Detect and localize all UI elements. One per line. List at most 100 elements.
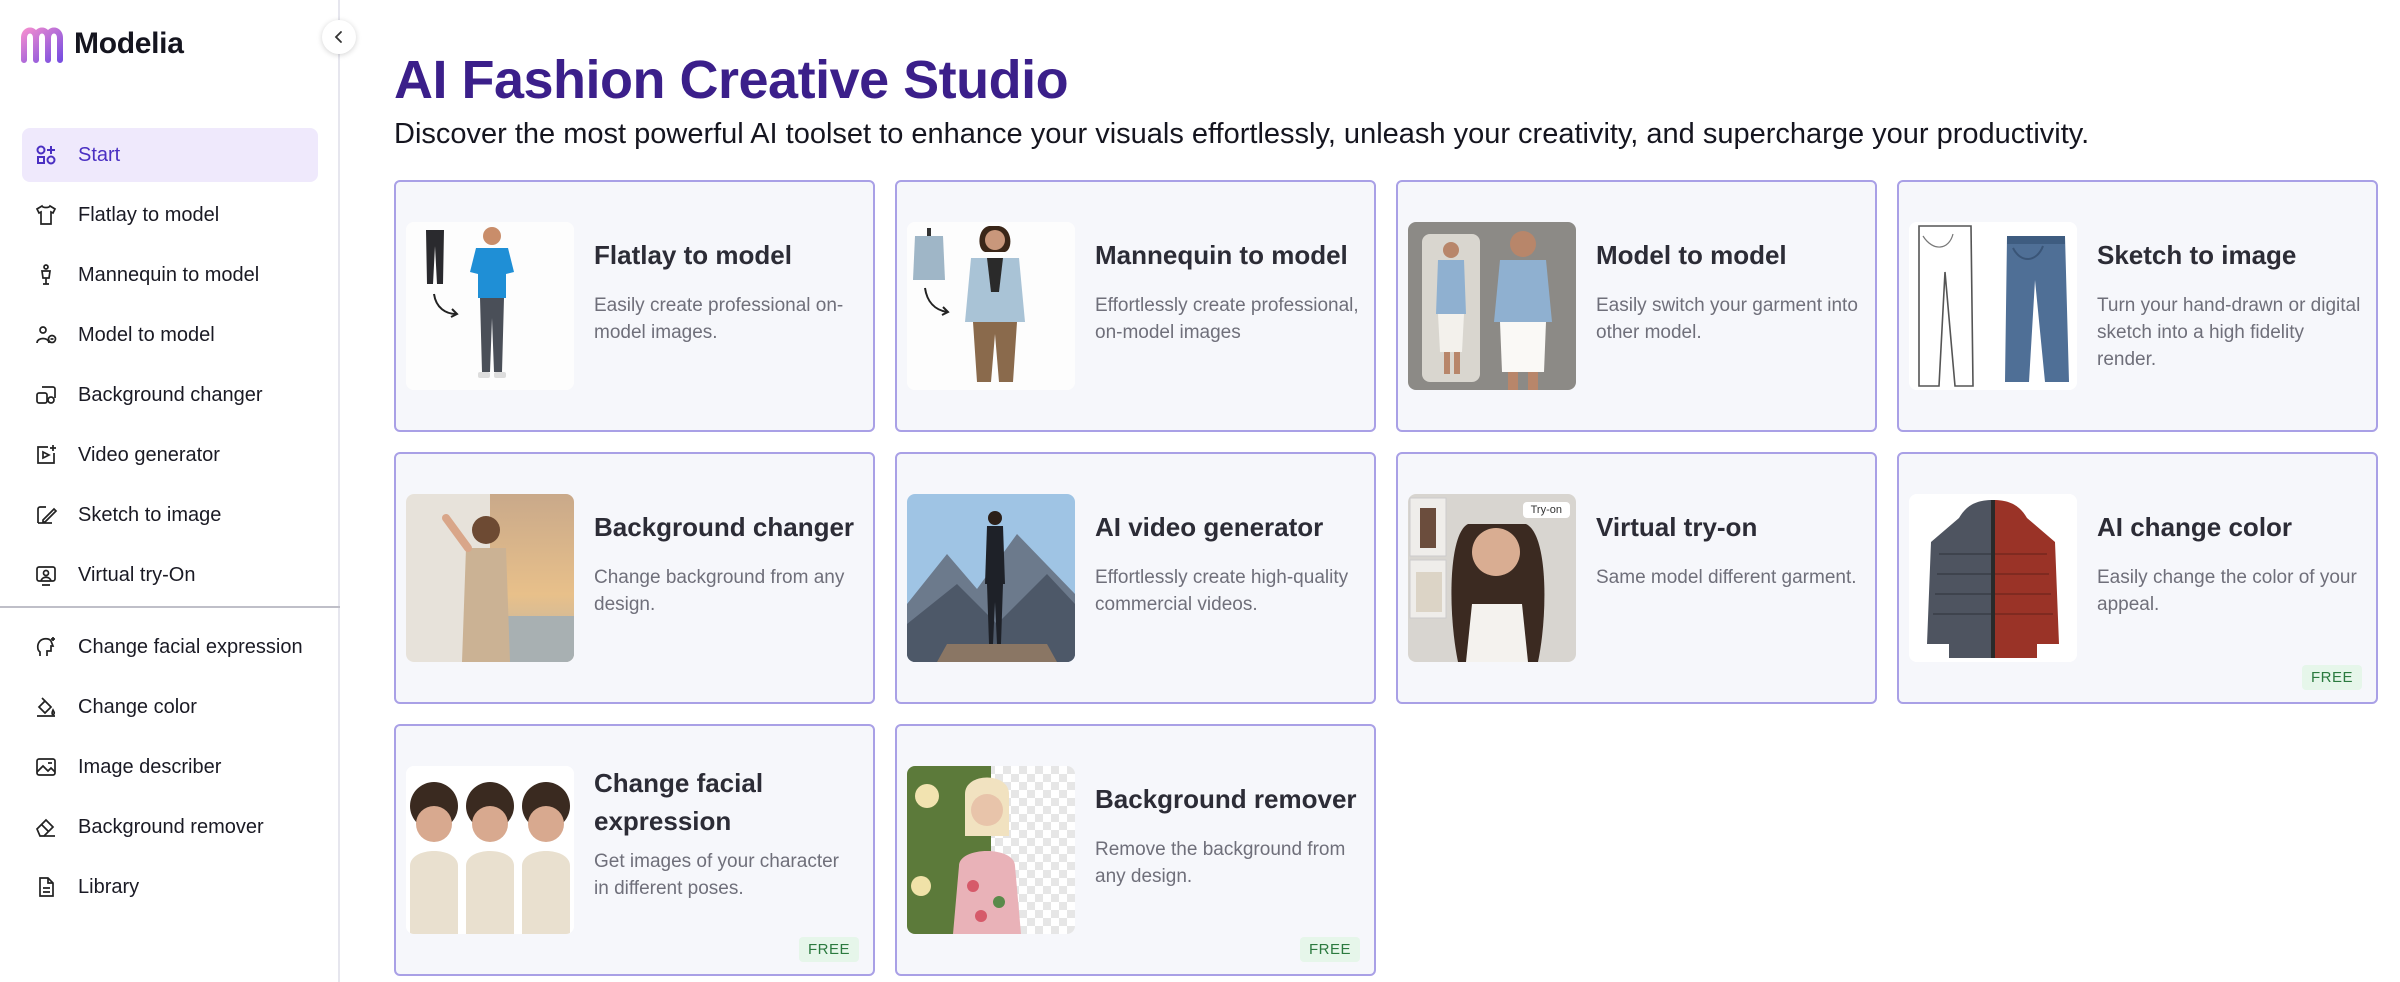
sidebar-divider	[0, 606, 340, 608]
card-description: Easily create professional on-model imag…	[594, 295, 844, 343]
tools-nav: Change facial expression Change color Im…	[22, 620, 318, 920]
card-title: Model to model	[1596, 240, 1787, 270]
sidebar-item-library[interactable]: Library	[22, 860, 318, 914]
sidebar-item-label: Change facial expression	[78, 635, 303, 658]
card-virtual-try-on[interactable]: Try-on Virtual try-on Same model differe…	[1396, 452, 1877, 704]
document-icon	[32, 873, 60, 901]
person-swap-icon	[32, 321, 60, 349]
sidebar-item-model-to-model[interactable]: Model to model	[22, 308, 318, 362]
card-model-to-model[interactable]: Model to model Easily switch your garmen…	[1396, 180, 1877, 432]
card-body: Change facial expression Get images of y…	[594, 764, 859, 902]
free-badge: FREE	[1299, 937, 1360, 962]
background-thumbnail	[406, 494, 574, 662]
card-title: Background changer	[594, 512, 855, 542]
video-plus-icon	[32, 441, 60, 469]
sidebar-item-label: Start	[78, 143, 121, 166]
card-description: Effortlessly create high-quality commerc…	[1095, 567, 1349, 615]
card-background-changer[interactable]: Background changer Change background fro…	[394, 452, 875, 704]
sidebar-item-label: Image describer	[78, 755, 222, 778]
card-title: Sketch to image	[2097, 240, 2297, 270]
jacket-thumbnail	[1909, 494, 2077, 662]
card-description: Easily change the color of your appeal.	[2097, 567, 2357, 615]
flatlay-thumbnail	[406, 222, 574, 390]
model-thumbnail	[1408, 222, 1576, 390]
card-title: Flatlay to model	[594, 240, 792, 270]
card-body: Model to model Easily switch your garmen…	[1596, 236, 1861, 346]
image-text-icon	[32, 753, 60, 781]
card-background-remover[interactable]: Background remover Remove the background…	[895, 724, 1376, 976]
card-ai-video-generator[interactable]: AI video generator Effortlessly create h…	[895, 452, 1376, 704]
sidebar-item-label: Video generator	[78, 443, 220, 466]
mannequin-thumbnail	[907, 222, 1075, 390]
faces-thumbnail	[406, 766, 574, 934]
card-body: AI change color Easily change the color …	[2097, 508, 2362, 618]
tools-grid: Flatlay to model Easily create professio…	[394, 180, 2384, 976]
card-description: Change background from any design.	[594, 567, 845, 615]
card-sketch-to-image[interactable]: Sketch to image Turn your hand-drawn or …	[1897, 180, 2378, 432]
card-description: Get images of your character in differen…	[594, 851, 839, 899]
sidebar-item-mannequin[interactable]: Mannequin to model	[22, 248, 318, 302]
tryon-label: Try-on	[1522, 502, 1570, 518]
sidebar-item-flatlay[interactable]: Flatlay to model	[22, 188, 318, 242]
card-body: Background changer Change background fro…	[594, 508, 859, 618]
sidebar-item-label: Model to model	[78, 323, 215, 346]
card-body: Background remover Remove the background…	[1095, 780, 1360, 890]
sidebar-item-sketch-to-image[interactable]: Sketch to image	[22, 488, 318, 542]
sketch-thumbnail	[1909, 222, 2077, 390]
page-title: AI Fashion Creative Studio	[394, 50, 1069, 110]
card-flatlay-to-model[interactable]: Flatlay to model Easily create professio…	[394, 180, 875, 432]
card-description: Same model different garment.	[1596, 567, 1857, 588]
card-description: Effortlessly create professional, on-mod…	[1095, 295, 1359, 343]
card-mannequin-to-model[interactable]: Mannequin to model Effortlessly create p…	[895, 180, 1376, 432]
card-title: AI video generator	[1095, 512, 1324, 542]
apps-icon	[32, 141, 60, 169]
sidebar-item-label: Flatlay to model	[78, 203, 220, 226]
card-title: Mannequin to model	[1095, 240, 1348, 270]
card-body: AI video generator Effortlessly create h…	[1095, 508, 1360, 618]
free-badge: FREE	[798, 937, 859, 962]
sketch-icon	[32, 501, 60, 529]
video-thumbnail	[907, 494, 1075, 662]
mannequin-icon	[32, 261, 60, 289]
sidebar: Modelia Start Flatlay to model Mannequin…	[0, 0, 340, 982]
sidebar-item-change-color[interactable]: Change color	[22, 680, 318, 734]
card-body: Sketch to image Turn your hand-drawn or …	[2097, 236, 2362, 373]
shirt-icon	[32, 201, 60, 229]
collapse-sidebar-button[interactable]	[322, 20, 356, 54]
card-description: Remove the background from any design.	[1095, 839, 1346, 887]
try-on-icon	[32, 561, 60, 589]
card-title: AI change color	[2097, 512, 2293, 542]
card-ai-change-color[interactable]: AI change color Easily change the color …	[1897, 452, 2378, 704]
sidebar-item-image-describer[interactable]: Image describer	[22, 740, 318, 794]
sidebar-item-label: Change color	[78, 695, 197, 718]
sidebar-item-label: Sketch to image	[78, 503, 222, 526]
free-badge: FREE	[2301, 665, 2362, 690]
chevron-left-icon	[334, 31, 342, 43]
paint-bucket-icon	[32, 693, 60, 721]
face-icon	[32, 633, 60, 661]
sidebar-item-change-facial-expression[interactable]: Change facial expression	[22, 620, 318, 674]
sidebar-item-label: Library	[78, 875, 140, 898]
sidebar-item-label: Mannequin to model	[78, 263, 260, 286]
main-header: AI Fashion Creative Studio Discover the …	[394, 48, 2384, 154]
primary-nav: Start Flatlay to model Mannequin to mode…	[22, 128, 318, 608]
eraser-icon	[32, 813, 60, 841]
card-title: Background remover	[1095, 784, 1357, 814]
card-body: Virtual try-on Same model different garm…	[1596, 508, 1861, 591]
sidebar-item-background-remover[interactable]: Background remover	[22, 800, 318, 854]
modelia-logo-icon	[21, 27, 63, 63]
card-description: Turn your hand-drawn or digital sketch i…	[2097, 295, 2361, 370]
background-icon	[32, 381, 60, 409]
sidebar-item-start[interactable]: Start	[22, 128, 318, 182]
sidebar-item-label: Background remover	[78, 815, 264, 838]
card-change-facial-expression[interactable]: Change facial expression Get images of y…	[394, 724, 875, 976]
sidebar-item-virtual-try-on[interactable]: Virtual try-On	[22, 548, 318, 602]
sidebar-item-video-generator[interactable]: Video generator	[22, 428, 318, 482]
card-body: Mannequin to model Effortlessly create p…	[1095, 236, 1360, 346]
sidebar-item-background-changer[interactable]: Background changer	[22, 368, 318, 422]
card-title: Virtual try-on	[1596, 512, 1758, 542]
sidebar-item-label: Background changer	[78, 383, 263, 406]
tryon-thumbnail: Try-on	[1408, 494, 1576, 662]
logo[interactable]: Modelia	[20, 22, 184, 66]
remover-thumbnail	[907, 766, 1075, 934]
